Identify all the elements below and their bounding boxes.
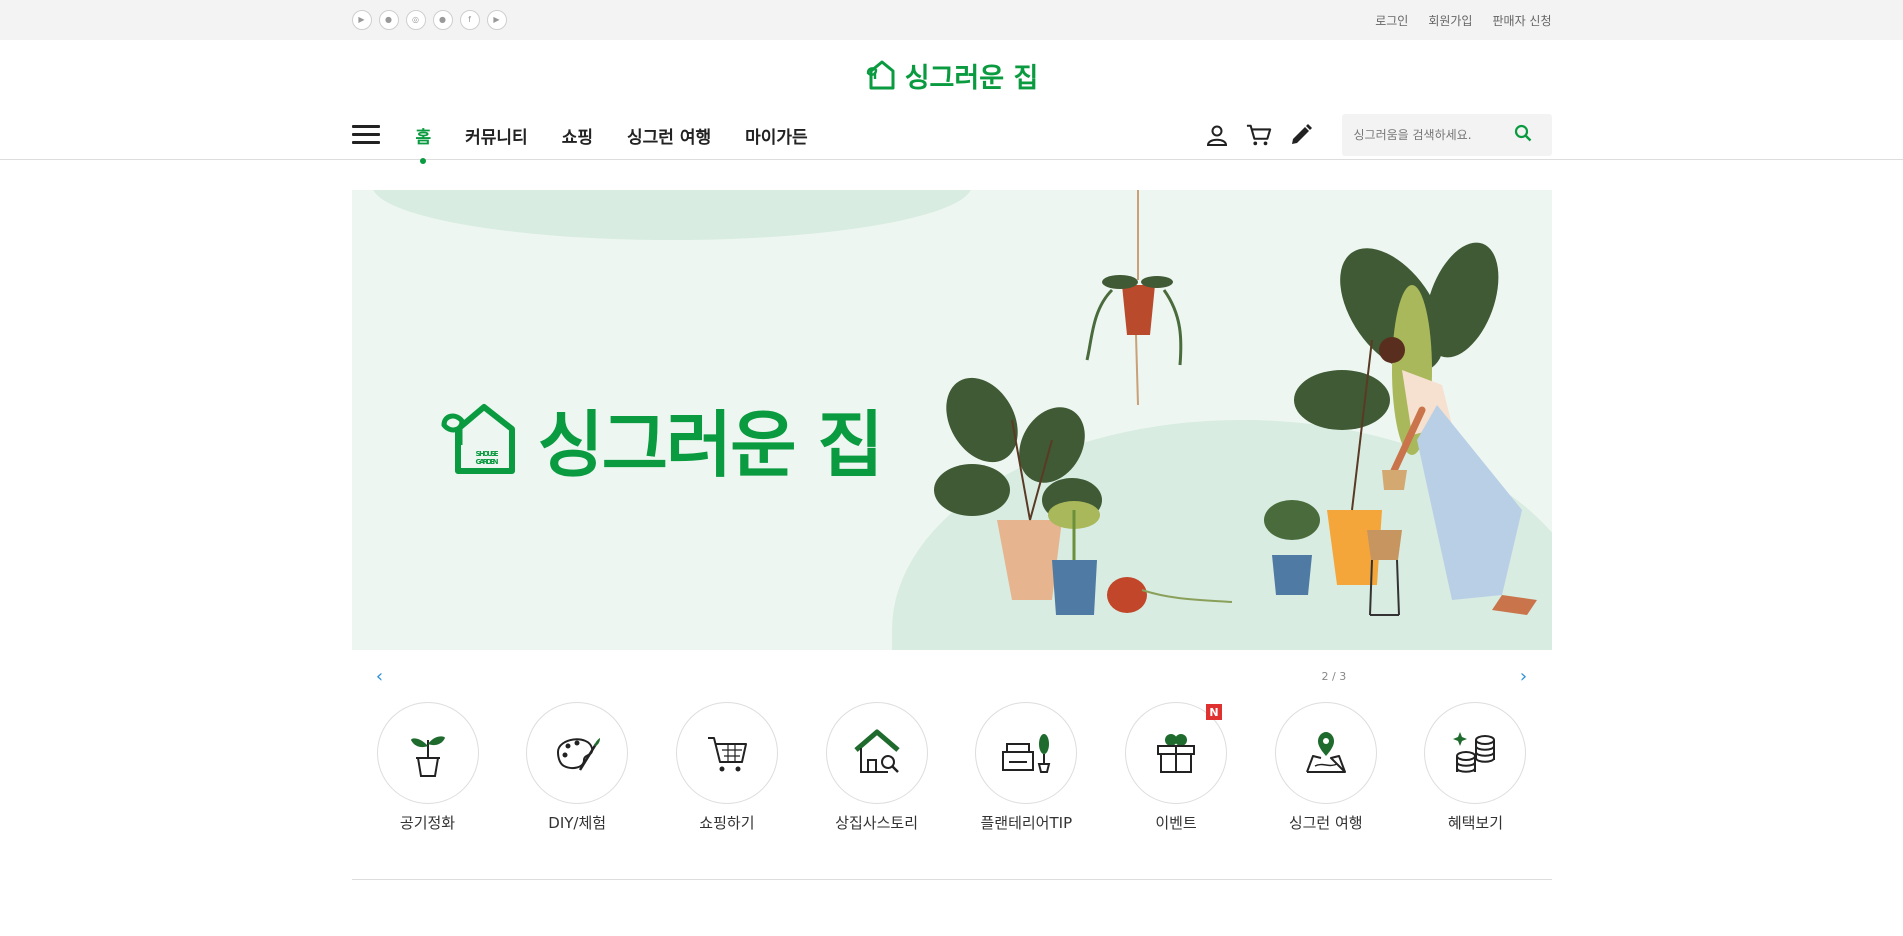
quick-menu-planterior-tip[interactable]: 플랜테리어TIP (974, 702, 1078, 833)
nav-travel[interactable]: 싱그런 여행 (627, 123, 711, 148)
login-link[interactable]: 로그인 (1375, 12, 1408, 29)
quick-menu-shopping[interactable]: 쇼핑하기 (675, 702, 779, 833)
logo-text: 싱그러운 집 (904, 62, 1039, 94)
nav-my-garden[interactable]: 마이가든 (745, 123, 808, 148)
quick-menu-air-purify[interactable]: 공기정화 (376, 702, 480, 833)
house-search-icon (853, 729, 900, 773)
banner-prev-chevron-left-icon[interactable]: ‹ (372, 666, 388, 687)
quick-menu-label: 상집사스토리 (835, 814, 919, 832)
section-divider (351, 879, 1552, 880)
kakao-icon[interactable]: ● (432, 10, 453, 30)
sofa-plant-icon (1002, 734, 1051, 773)
quick-menu-label: 플랜테리어TIP (980, 814, 1073, 832)
banner-next-chevron-right-icon[interactable]: › (1516, 666, 1532, 687)
quick-menu-story[interactable]: 상집사스토리 (825, 702, 929, 833)
search-box (1341, 114, 1552, 156)
youtube-icon[interactable]: ▶ (486, 10, 507, 30)
quick-menu-label: 쇼핑하기 (699, 814, 755, 832)
search-icon[interactable] (1514, 124, 1532, 146)
top-utility-bar: ▶ ● ◎ ● f ▶ 로그인 회원가입 판매자 신청 (0, 0, 1903, 40)
plant-illustration (933, 190, 1537, 616)
new-badge: N (1206, 704, 1223, 720)
quick-menu: 공기정화 DIY/체험 쇼핑하기 상집사스토리 플랜테리어TIP N 이벤트 싱… (352, 702, 1552, 833)
nav-community[interactable]: 커뮤니티 (465, 123, 528, 148)
banner-pager: ‹ 2 / 3 › (352, 650, 1552, 702)
gift-icon (1157, 734, 1196, 773)
cart-icon[interactable] (1246, 122, 1272, 148)
site-logo[interactable]: 싱그러운 집 (865, 56, 1039, 95)
search-input[interactable] (1353, 128, 1514, 142)
house-leaf-logo-icon (866, 60, 895, 90)
signup-link[interactable]: 회원가입 (1428, 12, 1472, 29)
quick-menu-label: 이벤트 (1155, 814, 1197, 832)
google-play-icon[interactable]: ▶ (351, 10, 372, 30)
quick-menu-label: DIY/체험 (548, 814, 607, 832)
social-links: ▶ ● ◎ ● f ▶ (351, 10, 507, 30)
quick-menu-diy[interactable]: DIY/체험 (525, 702, 629, 833)
map-pin-icon (1305, 732, 1346, 773)
quick-menu-label: 공기정화 (399, 814, 456, 832)
main-banner-slide[interactable]: S.HOUSE GARDEN 싱그러운 집 (351, 190, 1552, 650)
instagram-icon[interactable]: ◎ (405, 10, 426, 30)
quick-menu-travel[interactable]: 싱그런 여행 (1274, 702, 1378, 833)
plant-pot-icon (410, 736, 445, 777)
cart-icon (707, 737, 747, 772)
quick-menu-benefits[interactable]: 혜택보기 (1423, 702, 1527, 833)
quick-menu-label: 싱그런 여행 (1288, 814, 1363, 832)
palette-icon (557, 738, 601, 771)
write-pencil-icon[interactable] (1288, 122, 1314, 148)
apple-icon[interactable]: ● (378, 10, 399, 30)
user-icon[interactable] (1204, 122, 1230, 148)
quick-menu-label: 혜택보기 (1447, 814, 1504, 832)
utility-links: 로그인 회원가입 판매자 신청 (1375, 12, 1551, 29)
logo-row: 싱그러운 집 (0, 40, 1903, 110)
facebook-icon[interactable]: f (459, 10, 480, 30)
banner-page-count: 2 / 3 (1321, 669, 1347, 683)
nav-home[interactable]: 홈 (416, 123, 431, 164)
coins-icon (1453, 732, 1496, 773)
seller-apply-link[interactable]: 판매자 신청 (1492, 12, 1551, 29)
gnb-menu: 홈 커뮤니티 쇼핑 싱그런 여행 마이가든 (416, 123, 808, 164)
quick-menu-event[interactable]: N 이벤트 (1124, 702, 1228, 833)
hamburger-menu-icon[interactable] (351, 125, 380, 145)
header-tools (1204, 114, 1552, 156)
main-navigation: 홈 커뮤니티 쇼핑 싱그런 여행 마이가든 (0, 110, 1903, 164)
nav-shopping[interactable]: 쇼핑 (562, 123, 593, 148)
